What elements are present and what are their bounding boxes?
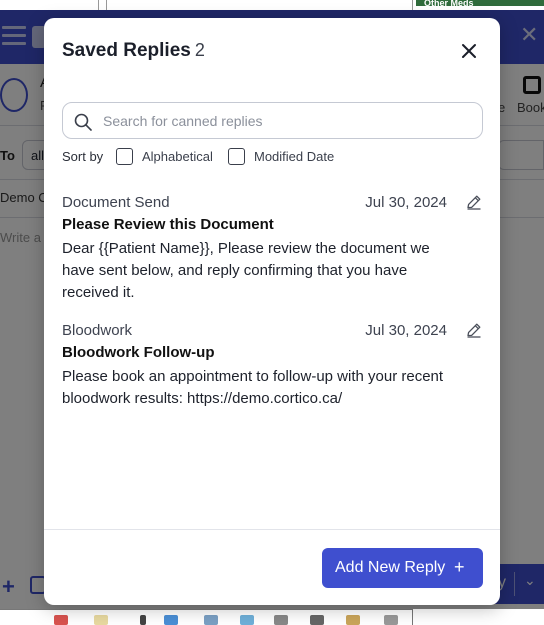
taskbar-app-icon[interactable] xyxy=(204,615,218,625)
close-button[interactable] xyxy=(458,40,480,62)
other-meds-tab: Other Meds xyxy=(416,0,544,6)
edit-icon xyxy=(467,323,481,338)
add-new-reply-label: Add New Reply xyxy=(335,559,446,576)
taskbar-app-icon[interactable] xyxy=(94,615,108,625)
taskbar-app-icon[interactable] xyxy=(140,615,146,625)
reply-title: Bloodwork Follow-up xyxy=(62,344,215,361)
reply-title: Please Review this Document xyxy=(62,216,274,233)
reply-date: Jul 30, 2024 xyxy=(365,194,447,211)
reply-body: Dear {{Patient Name}}, Please review the… xyxy=(62,240,430,301)
saved-replies-modal: Saved Replies2 Sort by Alphabetical Modi… xyxy=(44,18,500,605)
reply-body: Please book an appointment to follow-up … xyxy=(62,368,444,407)
host-window-strip: Other Meds xyxy=(0,0,544,10)
modified-date-checkbox[interactable] xyxy=(228,148,245,165)
modal-title-text: Saved Replies xyxy=(62,40,191,61)
taskbar-app-icon[interactable] xyxy=(384,615,398,625)
edit-button[interactable] xyxy=(465,193,483,211)
search-box[interactable] xyxy=(62,102,483,139)
taskbar xyxy=(0,609,544,625)
taskbar-app-icon[interactable] xyxy=(346,615,360,625)
search-icon xyxy=(74,113,92,131)
modal-title: Saved Replies 2 xyxy=(62,40,205,62)
alphabetical-checkbox[interactable] xyxy=(116,148,133,165)
taskbar-app-icon[interactable] xyxy=(310,615,324,625)
reply-category: Document Send xyxy=(62,194,170,211)
reply-item[interactable]: Bloodwork Jul 30, 2024 Bloodwork Follow-… xyxy=(62,321,483,407)
edit-button[interactable] xyxy=(465,321,483,339)
close-icon xyxy=(462,44,476,58)
modified-date-label[interactable]: Modified Date xyxy=(254,149,334,164)
search-input[interactable] xyxy=(103,109,473,133)
taskbar-app-icon[interactable] xyxy=(240,615,254,625)
sort-by-label: Sort by xyxy=(62,149,104,164)
reply-date: Jul 30, 2024 xyxy=(365,322,447,339)
taskbar-app-icon[interactable] xyxy=(164,615,178,625)
reply-category: Bloodwork xyxy=(62,322,133,339)
reply-item[interactable]: Document Send Jul 30, 2024 Please Review… xyxy=(62,193,483,301)
alphabetical-label[interactable]: Alphabetical xyxy=(142,149,213,164)
reply-count: 2 xyxy=(194,40,205,60)
taskbar-app-icon[interactable] xyxy=(274,615,288,625)
footer-divider xyxy=(44,529,500,530)
edit-icon xyxy=(467,195,481,210)
plus-icon: + xyxy=(454,557,465,577)
add-new-reply-button[interactable]: Add New Reply + xyxy=(322,548,483,588)
taskbar-app-icon[interactable] xyxy=(54,615,68,625)
